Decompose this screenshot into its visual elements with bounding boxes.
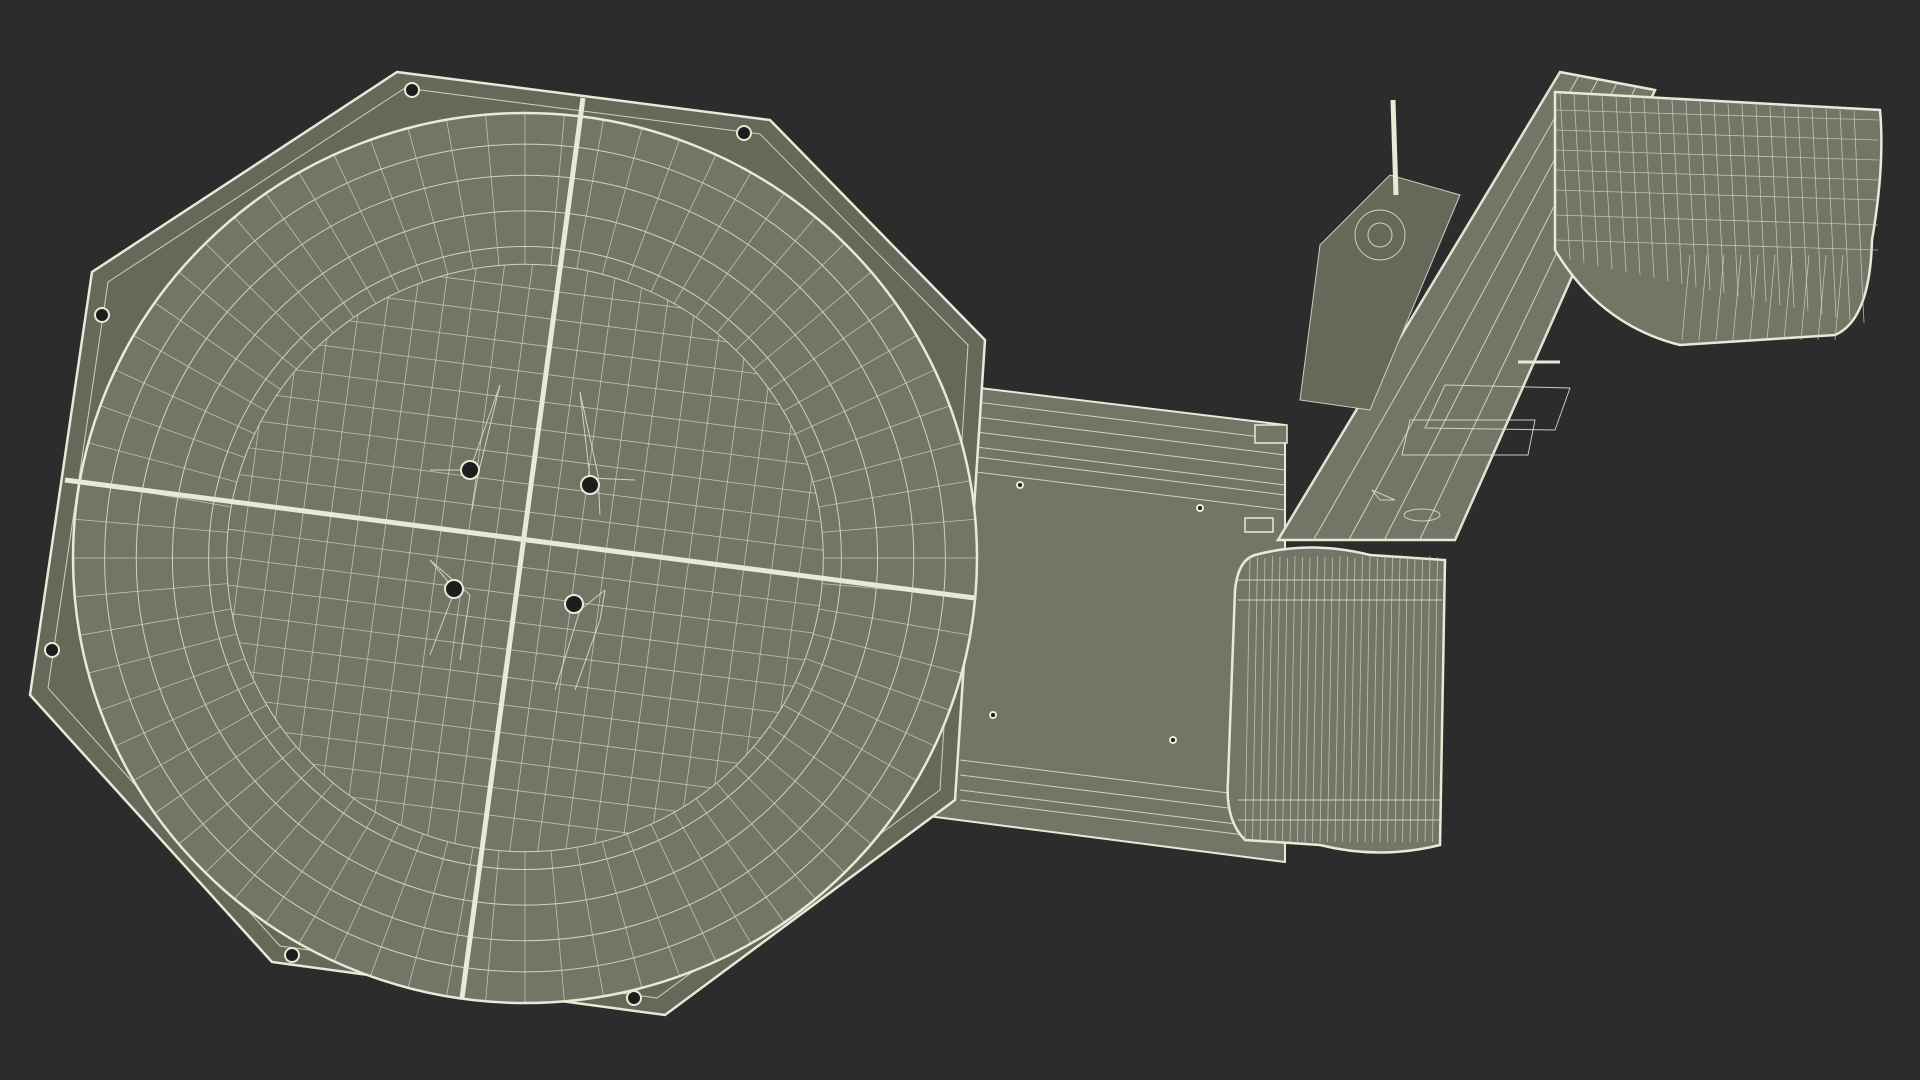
plate-hole [1169, 736, 1177, 744]
center-bolt [580, 475, 600, 495]
corner-bolt [94, 307, 110, 323]
corner-bolt [284, 947, 300, 963]
corner-bolt [404, 82, 420, 98]
corner-bolt [626, 990, 642, 1006]
center-bolt [460, 460, 480, 480]
bracket [1255, 425, 1287, 443]
motor-housing [1226, 546, 1447, 854]
plate-hole [1196, 504, 1204, 512]
center-bolt [564, 594, 584, 614]
corner-bolt [736, 125, 752, 141]
plate-hole [989, 711, 997, 719]
top-motor-block [1553, 90, 1883, 347]
plate-hole [1016, 481, 1024, 489]
rod [1390, 99, 1399, 196]
bracket [1245, 518, 1273, 532]
center-bolt [444, 579, 464, 599]
corner-bolt [44, 642, 60, 658]
wireframe-scene [0, 0, 1920, 1080]
